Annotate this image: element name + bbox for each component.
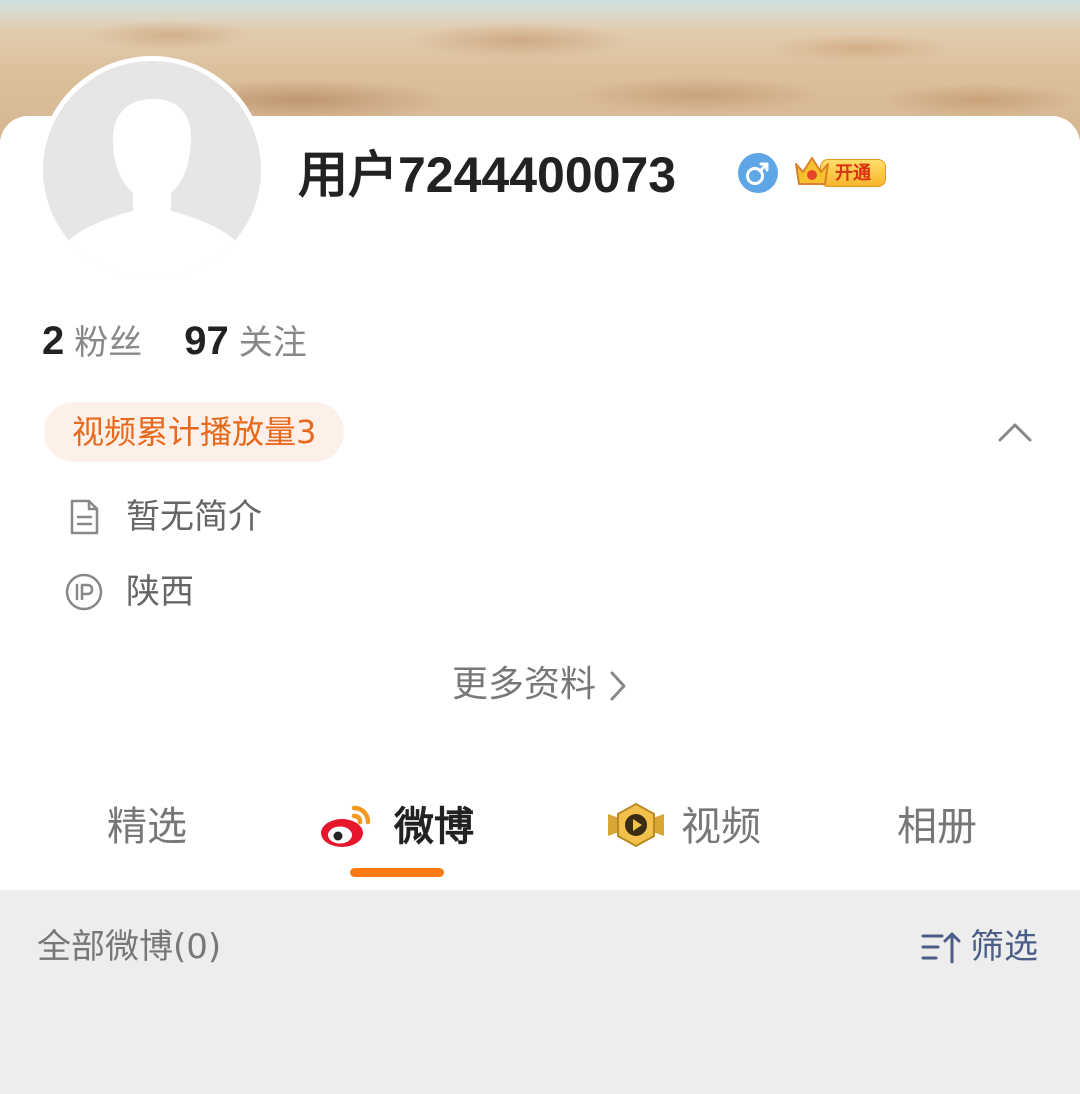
weibo-logo-icon — [321, 805, 371, 847]
bio-text: 暂无简介 — [126, 497, 262, 537]
fans-stat[interactable]: 2 粉丝 — [42, 319, 142, 363]
male-symbol-icon — [738, 153, 778, 193]
tab-label: 视频 — [681, 804, 761, 850]
vip-open-badge[interactable]: 开通 — [792, 152, 888, 192]
document-icon — [70, 499, 99, 535]
ip-location-text: 陕西 — [126, 572, 194, 612]
tab-label: 精选 — [107, 804, 187, 850]
crown-icon — [795, 157, 829, 185]
following-count: 97 — [184, 319, 229, 363]
following-label: 关注 — [238, 323, 307, 363]
feed-title: 全部微博(0) — [37, 927, 222, 967]
video-play-count-tag[interactable]: 视频累计播放量3 — [44, 402, 345, 462]
fans-count: 2 — [42, 319, 65, 363]
video-badge-icon — [608, 802, 664, 848]
ip-icon — [65, 573, 103, 611]
username: 用户7244400073 — [298, 147, 677, 203]
tab-featured[interactable]: 精选 — [107, 800, 187, 854]
active-tab-indicator — [350, 868, 444, 877]
follow-stats: 2 粉丝 97 关注 — [42, 316, 307, 366]
avatar[interactable] — [38, 56, 266, 284]
more-info-link[interactable]: 更多资料 — [0, 660, 1080, 710]
chevron-up-icon[interactable] — [996, 416, 1034, 446]
tab-video[interactable]: 视频 — [681, 800, 761, 854]
sort-filter-icon — [921, 932, 961, 964]
following-stat[interactable]: 97 关注 — [184, 319, 307, 363]
tab-weibo[interactable]: 微博 — [394, 800, 474, 854]
filter-label: 筛选 — [970, 927, 1038, 967]
fans-label: 粉丝 — [74, 323, 143, 363]
more-info-label: 更多资料 — [451, 664, 596, 705]
feed-section — [0, 890, 1080, 1094]
tab-label: 微博 — [394, 804, 474, 850]
tab-album[interactable]: 相册 — [897, 800, 977, 854]
default-avatar-icon — [61, 99, 243, 279]
tab-label: 相册 — [897, 804, 977, 850]
vip-badge-label: 开通 — [835, 163, 871, 184]
chevron-right-icon — [610, 671, 626, 701]
